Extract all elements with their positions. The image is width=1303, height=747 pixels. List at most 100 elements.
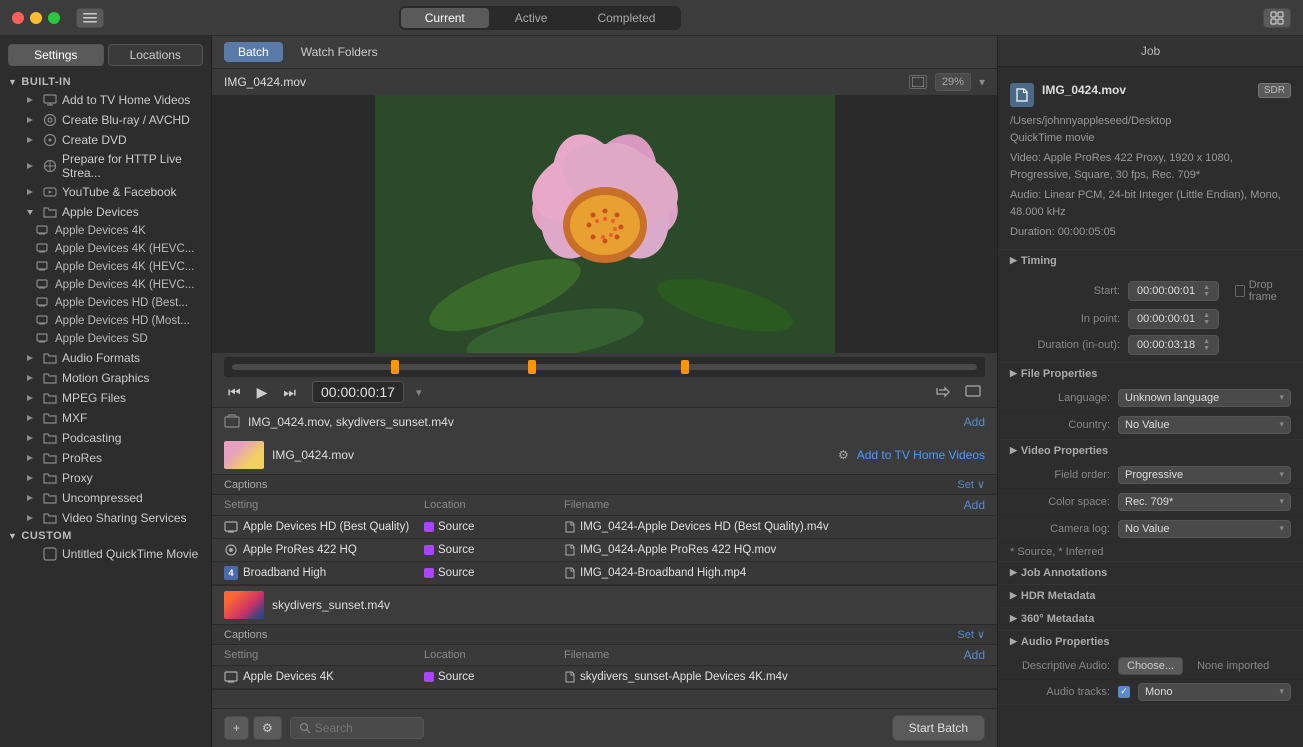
color-space-dropdown[interactable]: Rec. 709* ▾ [1118,493,1291,511]
batch-group-add-button[interactable]: Add [964,415,985,429]
skip-back-button[interactable]: ⏮ [224,382,245,403]
minimize-button[interactable] [30,12,42,24]
custom-header[interactable]: ▼ CUSTOM [0,528,211,544]
timeline-track [232,364,977,370]
maximize-button[interactable] [48,12,60,24]
sdr-badge: SDR [1258,83,1291,98]
batch-row-2-1: Apple Devices 4K Source skydivers_sunset… [212,666,997,689]
search-bar[interactable] [290,717,424,739]
language-dropdown[interactable]: Unknown language ▾ [1118,389,1291,407]
sidebar-item-http[interactable]: Prepare for HTTP Live Strea... [0,150,211,182]
sidebar-item-uncompressed[interactable]: Uncompressed [0,488,211,508]
batch-tab[interactable]: Batch [224,42,283,62]
sidebar-sub-item-4k-hevc3[interactable]: Apple Devices 4K (HEVC... [0,276,211,294]
sidebar: Settings Locations ▼ BUILT-IN Add to TV … [0,36,212,747]
job-annotations-header[interactable]: ▶ Job Annotations [998,562,1303,584]
audio-properties-header[interactable]: ▶ Audio Properties [998,631,1303,653]
field-order-dropdown[interactable]: Progressive ▾ [1118,466,1291,484]
sidebar-item-dvd[interactable]: Create DVD [0,130,211,150]
sidebar-sub-item-4k[interactable]: Apple Devices 4K [0,222,211,240]
chevron-right-icon: ▶ [1010,613,1017,624]
settings-tab[interactable]: Settings [8,44,104,66]
batch-row-1-2: Apple ProRes 422 HQ Source IMG_0424-Appl… [212,539,997,562]
video-properties-content: Field order: Progressive ▾ Color space: … [998,462,1303,561]
sidebar-item-motion-graphics[interactable]: Motion Graphics [0,368,211,388]
video-properties-header[interactable]: ▶ Video Properties [998,440,1303,462]
hdr-metadata-header[interactable]: ▶ HDR Metadata [998,585,1303,607]
num4-icon: 4 [224,566,238,580]
country-label: Country: [1010,419,1110,431]
device-icon [36,278,50,292]
sidebar-item-add-tv[interactable]: Add to TV Home Videos [0,90,211,110]
add-button[interactable]: + [224,716,249,740]
sidebar-item-proxy[interactable]: Proxy [0,468,211,488]
audio-tracks-checkbox[interactable] [1118,686,1130,698]
sidebar-item-mpeg[interactable]: MPEG Files [0,388,211,408]
timeline-marker-3 [681,360,689,374]
sidebar-sub-item-hd-most[interactable]: Apple Devices HD (Most... [0,312,211,330]
set-button-1[interactable]: Set ∨ [957,478,985,491]
start-batch-button[interactable]: Start Batch [892,715,985,741]
file-properties-section: ▶ File Properties Language: Unknown lang… [998,363,1303,440]
built-in-header[interactable]: ▼ BUILT-IN [0,74,211,90]
file-info-row: IMG_0424.mov SDR [1010,83,1291,107]
file-properties-header[interactable]: ▶ File Properties [998,363,1303,385]
close-button[interactable] [12,12,24,24]
sidebar-item-prores[interactable]: ProRes [0,448,211,468]
flower-svg [375,95,835,353]
set-button-2[interactable]: Set ∨ [957,628,985,641]
timecode-dropdown-icon[interactable]: ▾ [416,386,422,399]
360-metadata-header[interactable]: ▶ 360° Metadata [998,608,1303,630]
settings-button[interactable]: ⚙ [253,716,282,740]
title-tabs: Current Active Completed [399,6,682,30]
field-order-label: Field order: [1010,469,1110,481]
batch-settings-button-1[interactable]: ⚙ [838,448,849,462]
search-input[interactable] [315,721,415,735]
sidebar-item-apple-devices[interactable]: Apple Devices [0,202,211,222]
chevron-right-icon: ▶ [1010,590,1017,601]
batch-filename-1-1: IMG_0424-Apple Devices HD (Best Quality)… [564,521,985,533]
drop-frame-checkbox[interactable]: Drop frame [1235,279,1291,303]
country-dropdown[interactable]: No Value ▾ [1118,416,1291,434]
sidebar-item-video-sharing[interactable]: Video Sharing Services [0,508,211,528]
timing-header[interactable]: ▶ Timing [998,250,1303,272]
sidebar-item-mxf[interactable]: MXF [0,408,211,428]
sidebar-toggle-button[interactable] [76,8,104,28]
sidebar-item-podcasting[interactable]: Podcasting [0,428,211,448]
tab-current[interactable]: Current [401,8,489,28]
camera-log-dropdown[interactable]: No Value ▾ [1118,520,1291,538]
sidebar-item-audio-formats[interactable]: Audio Formats [0,348,211,368]
loop-button[interactable] [931,382,955,403]
sidebar-item-youtube[interactable]: YouTube & Facebook [0,182,211,202]
watch-folders-tab[interactable]: Watch Folders [287,42,392,62]
preview-zoom[interactable]: 29% [935,73,971,91]
sidebar-item-bluray[interactable]: Create Blu-ray / AVCHD [0,110,211,130]
corner-icon-button[interactable] [1263,8,1291,28]
choose-button[interactable]: Choose... [1118,657,1183,675]
preview-aspect-btn[interactable] [909,75,927,89]
timeline[interactable] [224,357,985,377]
play-button[interactable]: ▶ [253,382,272,403]
dropdown-arrow-icon: ▾ [1279,419,1284,430]
sidebar-sub-item-4k-hevc2[interactable]: Apple Devices 4K (HEVC... [0,258,211,276]
sidebar-sub-item-sd[interactable]: Apple Devices SD [0,330,211,348]
folder-icon [43,431,57,445]
tab-completed[interactable]: Completed [573,8,679,28]
tab-active[interactable]: Active [491,8,572,28]
batch-setting-1-3: 4 Broadband High [224,566,424,580]
view-button[interactable] [961,382,985,403]
expand-icon [22,184,38,200]
locations-tab[interactable]: Locations [108,44,204,66]
sidebar-sub-item-4k-hevc1[interactable]: Apple Devices 4K (HEVC... [0,240,211,258]
timing-duration-value[interactable]: 00:00:03:18 ▲▼ [1128,335,1219,355]
timing-start-value[interactable]: 00:00:00:01 ▲▼ [1128,281,1219,301]
timing-inpoint-value[interactable]: 00:00:00:01 ▲▼ [1128,309,1219,329]
batch-add-row-button-2[interactable]: Add [964,648,985,662]
audio-tracks-dropdown[interactable]: Mono ▾ [1138,683,1291,701]
batch-add-row-button-1[interactable]: Add [964,498,985,512]
sidebar-item-custom-quicktime[interactable]: Untitled QuickTime Movie [0,544,211,564]
col-location-label: Location [424,499,564,511]
batch-columns-header-1: Setting Location Filename Add [212,495,997,516]
skip-forward-button[interactable]: ⏭ [279,382,300,403]
sidebar-sub-item-hd-best[interactable]: Apple Devices HD (Best... [0,294,211,312]
